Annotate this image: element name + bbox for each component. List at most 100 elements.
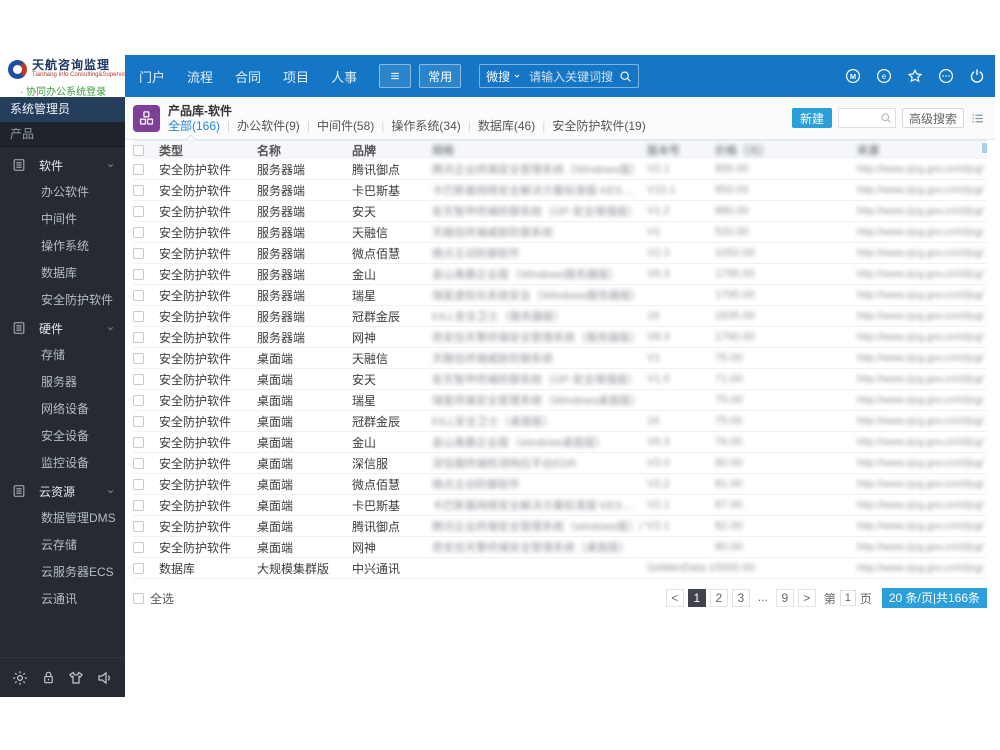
nav-item-1[interactable]: 门户 bbox=[139, 67, 165, 86]
search-icon[interactable] bbox=[880, 112, 892, 124]
sidebar-item-2-2[interactable]: 服务器 bbox=[0, 369, 125, 396]
m-circle-icon[interactable]: M bbox=[845, 68, 861, 84]
tab-6[interactable]: 安全防护软件(19) bbox=[552, 118, 645, 134]
row-checkbox[interactable] bbox=[133, 373, 144, 385]
row-checkbox[interactable] bbox=[133, 541, 144, 553]
row-checkbox[interactable] bbox=[133, 436, 144, 448]
search-scope-label[interactable]: 微搜 bbox=[486, 68, 510, 85]
oa-login-link[interactable]: · 协同办公系统登录 bbox=[20, 83, 125, 98]
next-page-button[interactable]: > bbox=[797, 589, 816, 607]
row-checkbox[interactable] bbox=[133, 394, 144, 406]
search-placeholder[interactable]: 请输入关键词搜 bbox=[529, 68, 613, 85]
sidebar-group-2[interactable]: 硬件 bbox=[0, 314, 125, 342]
nav-item-4[interactable]: 项目 bbox=[283, 67, 309, 86]
row-checkbox[interactable] bbox=[133, 226, 144, 238]
sidebar-item-2-3[interactable]: 网络设备 bbox=[0, 396, 125, 423]
scrollbar-thumb[interactable] bbox=[982, 143, 987, 153]
page-button-...[interactable]: ... bbox=[753, 589, 772, 607]
row-checkbox[interactable] bbox=[133, 331, 144, 343]
sidebar-group-1[interactable]: 软件 bbox=[0, 151, 125, 179]
new-button[interactable]: 新建 bbox=[791, 108, 832, 128]
sidebar-item-2-5[interactable]: 监控设备 bbox=[0, 450, 125, 477]
jump-page-input[interactable]: 1 bbox=[839, 590, 856, 606]
table-row[interactable]: 安全防护软件 服务器端 安天 安天智甲终端防御系统（GP-安全增强版） V1.2 880.… bbox=[133, 201, 987, 222]
table-search-input[interactable] bbox=[841, 112, 880, 124]
search-icon[interactable] bbox=[619, 70, 632, 83]
sidebar-item-1-4[interactable]: 数据库 bbox=[0, 260, 125, 287]
volume-icon[interactable] bbox=[97, 670, 113, 686]
tab-3[interactable]: 中间件(58) bbox=[317, 118, 374, 134]
table-row[interactable]: 安全防护软件 服务器端 卡巴斯基 卡巴斯基网络安全解决方案标准版 KES… V10.1 8… bbox=[133, 180, 987, 201]
advanced-search-button[interactable]: 高级搜索 bbox=[901, 108, 964, 128]
table-row[interactable]: 安全防护软件 服务器端 微点佰慧 微点主动防御软件 V2.3 1050.00 http://… bbox=[133, 243, 987, 264]
table-row[interactable]: 安全防护软件 服务器端 网神 奇安信天擎终端安全管理系统（服务器版） V8.3 1790.… bbox=[133, 327, 987, 348]
row-checkbox[interactable] bbox=[133, 415, 144, 427]
lock-icon[interactable] bbox=[41, 670, 56, 685]
table-row[interactable]: 安全防护软件 桌面端 卡巴斯基 卡巴斯基网络安全解决方案标准版 KES… V2.1 87.… bbox=[133, 495, 987, 516]
nav-item-5[interactable]: 人事 bbox=[331, 67, 357, 86]
row-checkbox[interactable] bbox=[133, 499, 144, 511]
page-button-1[interactable]: 1 bbox=[687, 589, 706, 607]
select-all[interactable]: 全选 bbox=[133, 590, 174, 607]
sidebar-item-1-1[interactable]: 办公软件 bbox=[0, 179, 125, 206]
nav-item-changyong[interactable]: 常用 bbox=[419, 64, 462, 88]
tab-2[interactable]: 办公软件(9) bbox=[237, 118, 300, 134]
sidebar-item-1-2[interactable]: 中间件 bbox=[0, 206, 125, 233]
table-row[interactable]: 安全防护软件 桌面端 腾讯御点 腾讯企业终端安全管理系统（windows版）/ V2.… bbox=[133, 516, 987, 537]
table-row[interactable]: 安全防护软件 桌面端 微点佰慧 微点主动防御软件 V2.2 81.00 http://www… bbox=[133, 474, 987, 495]
tab-1[interactable]: 全部(166) bbox=[168, 118, 220, 134]
tab-4[interactable]: 操作系统(34) bbox=[391, 118, 460, 134]
table-search[interactable] bbox=[837, 108, 896, 128]
row-checkbox[interactable] bbox=[133, 562, 144, 574]
row-checkbox[interactable] bbox=[133, 289, 144, 301]
sidebar-item-3-1[interactable]: 数据管理DMS bbox=[0, 505, 125, 532]
nav-item-3[interactable]: 合同 bbox=[235, 67, 261, 86]
sidebar-item-3-2[interactable]: 云存储 bbox=[0, 532, 125, 559]
sidebar-section-product[interactable]: 产品 bbox=[0, 122, 125, 147]
row-checkbox[interactable] bbox=[133, 163, 144, 175]
row-checkbox[interactable] bbox=[133, 520, 144, 532]
header-checkbox[interactable] bbox=[133, 144, 144, 156]
table-row[interactable]: 安全防护软件 桌面端 瑞星 瑞星终端安全管理系统（Windows桌面版） 75.00 ht… bbox=[133, 390, 987, 411]
sidebar-item-1-5[interactable]: 安全防护软件 bbox=[0, 287, 125, 314]
select-all-checkbox[interactable] bbox=[133, 592, 144, 604]
sidebar-item-3-3[interactable]: 云服务器ECS bbox=[0, 559, 125, 586]
more-icon[interactable] bbox=[938, 68, 954, 84]
row-checkbox[interactable] bbox=[133, 310, 144, 322]
page-button-3[interactable]: 3 bbox=[731, 589, 750, 607]
table-row[interactable]: 安全防护软件 服务器端 冠群金辰 KILL安全卫士（服务器版） 16 1835.00 htt… bbox=[133, 306, 987, 327]
row-checkbox[interactable] bbox=[133, 478, 144, 490]
table-row[interactable]: 安全防护软件 服务器端 腾讯御点 腾讯企业终端安全管理系统（Windows版） V2.1… bbox=[133, 159, 987, 180]
row-checkbox[interactable] bbox=[133, 205, 144, 217]
table-row[interactable]: 安全防护软件 桌面端 安天 安天智甲终端防御系统（GP-安全增强版） V1.0 71.00… bbox=[133, 369, 987, 390]
row-checkbox[interactable] bbox=[133, 268, 144, 280]
page-button-9[interactable]: 9 bbox=[775, 589, 794, 607]
sidebar-item-2-4[interactable]: 安全设备 bbox=[0, 423, 125, 450]
row-checkbox[interactable] bbox=[133, 457, 144, 469]
list-view-icon[interactable] bbox=[970, 112, 985, 125]
prev-page-button[interactable]: < bbox=[665, 589, 684, 607]
table-row[interactable]: 安全防护软件 服务器端 天融信 天融信终端威胁防御系统 V1 520.00 http://w… bbox=[133, 222, 987, 243]
sidebar-group-3[interactable]: 云资源 bbox=[0, 477, 125, 505]
favorite-icon[interactable] bbox=[907, 68, 923, 84]
nav-item-2[interactable]: 流程 bbox=[187, 67, 213, 86]
table-row[interactable]: 安全防护软件 桌面端 天融信 天融信终端威胁防御系统 V1 75.00 http://www… bbox=[133, 348, 987, 369]
global-search[interactable]: 微搜 请输入关键词搜 bbox=[479, 64, 640, 88]
message-icon[interactable]: e bbox=[876, 68, 892, 84]
settings-icon[interactable] bbox=[12, 670, 28, 686]
sidebar-item-2-1[interactable]: 存储 bbox=[0, 342, 125, 369]
table-row[interactable]: 安全防护软件 桌面端 冠群金辰 KILL安全卫士（桌面版） 16 75.00 http://… bbox=[133, 411, 987, 432]
table-row[interactable]: 安全防护软件 服务器端 金山 金山毒霸企业版（Windows服务器版） V6.3 1795… bbox=[133, 264, 987, 285]
page-button-2[interactable]: 2 bbox=[709, 589, 728, 607]
tab-5[interactable]: 数据库(46) bbox=[478, 118, 535, 134]
sidebar-item-1-3[interactable]: 操作系统 bbox=[0, 233, 125, 260]
table-row[interactable]: 安全防护软件 桌面端 深信服 深信服终端检测响应平台EDR V3.0 80.00 http:… bbox=[133, 453, 987, 474]
row-checkbox[interactable] bbox=[133, 352, 144, 364]
table-row[interactable]: 数据库 大规模集群版 中兴通讯 GoldenData s…5000.00 http://… bbox=[133, 558, 987, 579]
power-icon[interactable] bbox=[969, 68, 985, 84]
page-size-badge[interactable]: 20 条/页|共166条 bbox=[881, 588, 987, 608]
row-checkbox[interactable] bbox=[133, 247, 144, 259]
chevron-down-icon[interactable] bbox=[513, 72, 521, 80]
apps-menu-button[interactable] bbox=[379, 64, 412, 88]
sidebar-item-3-4[interactable]: 云通讯 bbox=[0, 586, 125, 613]
